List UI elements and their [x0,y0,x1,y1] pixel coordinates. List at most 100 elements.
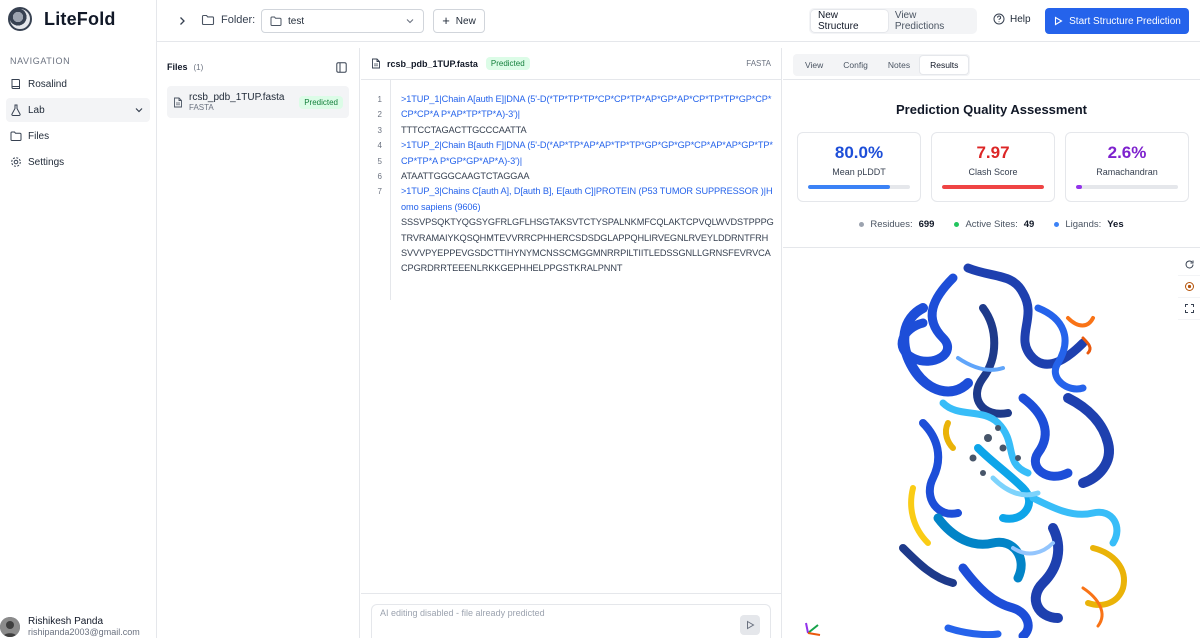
protein-structure-render [805,263,1127,638]
stat-label: Active Sites: [965,219,1018,230]
metric-bar-fill [942,185,1044,189]
editor-header: rcsb_pdb_1TUP.fasta Predicted FASTA [361,48,781,80]
tab-notes[interactable]: Notes [878,56,920,74]
avatar [0,617,20,637]
line-number: 7 [377,187,382,197]
brand[interactable]: LiteFold [0,0,156,38]
status-dot [859,222,865,227]
nav-heading: NAVIGATION [10,56,71,66]
folder-select[interactable]: test [261,9,424,33]
status-dot [954,222,960,227]
fasta-sequence-line: SSSVPSQKTYQGSYGFRLGFLHSGTAKSVTCTYSPALNKM… [401,217,774,274]
sidebar-item-label: Lab [28,104,45,116]
stat-ligands: Ligands: Yes [1054,219,1124,230]
sidebar-item-label: Settings [28,156,65,168]
folder-icon [201,13,215,27]
folder-label-text: Folder: [221,14,256,26]
folder-icon [270,15,282,27]
app-name: LiteFold [44,8,116,29]
file-item[interactable]: rcsb_pdb_1TUP.fasta FASTA Predicted [167,86,349,118]
ai-edit-input[interactable] [380,606,720,620]
chevron-right-icon[interactable] [175,14,189,28]
qa-title: Prediction Quality Assessment [896,102,1087,117]
sidebar-item-rosalind[interactable]: Rosalind [6,72,150,96]
results-tabs: View Config Notes Results [793,54,971,76]
metric-value: 2.6% [1107,143,1147,162]
file-icon [371,58,381,69]
code-area[interactable]: 1 2 3 4 5 6 7 >1TUP_1|Chain A[auth E]|DN… [361,80,782,300]
divider [361,593,782,594]
start-structure-prediction-button[interactable]: Start Structure Prediction [1045,8,1189,34]
metric-bar [1076,185,1178,189]
help-label: Help [1010,13,1031,25]
results-tabs-bar: View Config Notes Results [783,48,1200,80]
help-circle-icon [993,13,1005,25]
fasta-sequence-line: ATAATTGGGCAAGTCTAGGAA [401,171,530,182]
new-button-label: New [455,15,476,27]
folder-select-value: test [288,15,305,27]
stat-value: Yes [1107,219,1124,230]
structure-3d-viewer[interactable] [783,248,1200,638]
stat-value: 699 [918,219,935,230]
stat-residues: Residues: 699 [859,219,934,230]
new-button[interactable]: + New [433,9,485,33]
file-type: FASTA [189,102,214,112]
metric-bar [808,185,910,189]
sidebar-item-files[interactable]: Files [6,124,150,148]
segment-view-predictions[interactable]: View Predictions [888,10,975,32]
metric-bar [942,185,1044,189]
sidebar-item-label: Rosalind [28,78,67,90]
folder-label: Folder: [201,13,255,27]
stat-active-sites: Active Sites: 49 [954,219,1034,230]
sidebar-item-settings[interactable]: Settings [6,150,150,174]
plus-icon: + [442,13,450,28]
metric-label: Clash Score [968,167,1018,177]
metric-value: 80.0% [834,143,884,162]
editor-filename: rcsb_pdb_1TUP.fasta [387,58,478,69]
stat-value: 49 [1023,219,1035,230]
metric-value: 7.97 [976,143,1010,162]
sidebar-item-label: Files [28,130,50,142]
line-number: 5 [377,156,382,166]
metric-bar-fill [808,185,890,189]
tab-results[interactable]: Results [920,56,969,74]
metric-ramachandran: 2.6% Ramachandran [1065,132,1189,202]
sidebar: LiteFold NAVIGATION Rosalind Lab Files S… [0,0,157,638]
fullscreen-icon[interactable] [1178,298,1200,320]
metric-label: Mean pLDDT [832,167,886,177]
ai-edit-box [371,604,771,638]
code-lines: >1TUP_1|Chain A[auth E]|DNA (5'-D(*TP*TP… [391,80,782,300]
metric-clash-score: 7.97 Clash Score [931,132,1055,202]
line-number: 2 [377,110,382,120]
tab-view[interactable]: View [795,56,833,74]
chevron-down-icon [405,16,415,26]
send-icon[interactable] [740,615,760,635]
stat-label: Residues: [870,219,913,230]
rotate-icon[interactable] [1178,254,1200,276]
target-icon[interactable] [1178,276,1200,298]
user-profile[interactable]: Rishikesh Panda rishipanda2003@gmail.com [0,616,156,638]
chevron-down-icon[interactable] [134,105,144,115]
line-number: 6 [377,171,382,181]
editor-filetype: FASTA [746,59,771,68]
files-header: Files (1) [157,48,359,86]
tab-config[interactable]: Config [833,56,878,74]
segment-new-structure[interactable]: New Structure [811,10,888,32]
line-number: 4 [377,141,382,151]
start-button-label: Start Structure Prediction [1069,15,1181,27]
quality-assessment: Prediction Quality Assessment 80.0% Mean… [783,80,1200,248]
status-badge: Predicted [299,96,343,109]
fasta-sequence-line: TTTCCTAGACTTGCCCAATTA [401,124,527,135]
sidebar-item-lab[interactable]: Lab [6,98,150,122]
files-count: (1) [193,62,204,72]
fasta-header-line: >1TUP_1|Chain A[auth E]|DNA (5'-D(*TP*TP… [401,94,772,120]
panel-toggle-icon[interactable] [336,62,347,73]
help-button[interactable]: Help [993,13,1031,25]
metric-label: Ramachandran [1096,167,1158,177]
nav-list: Rosalind Lab Files Settings [0,72,156,174]
fasta-header-line: >1TUP_2|Chain B[auth F]|DNA (5'-D(*AP*TP… [401,140,773,166]
metric-bar-fill [1076,185,1083,189]
book-icon [10,78,22,90]
structure-stats: Residues: 699 Active Sites: 49 Ligands: … [783,219,1200,230]
status-dot [1054,222,1060,227]
